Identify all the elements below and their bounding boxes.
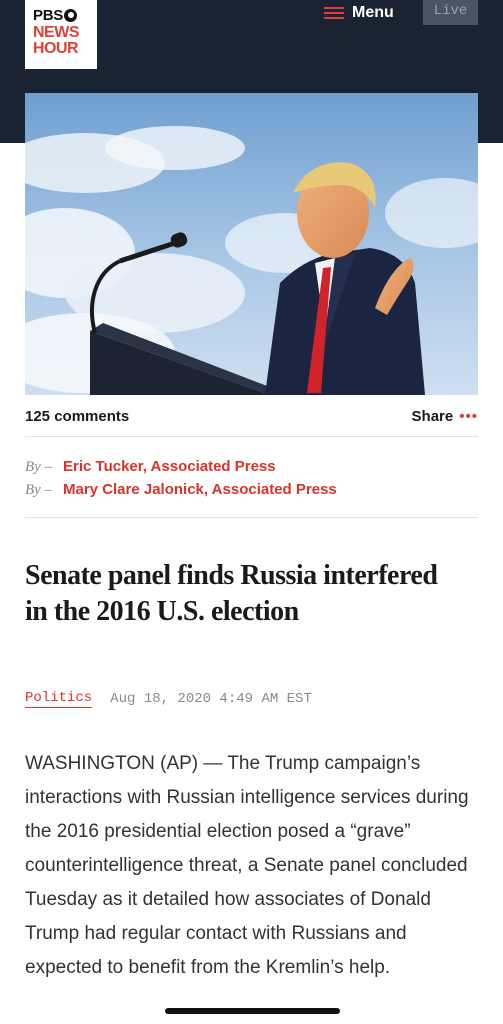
publish-date: Aug 18, 2020 4:49 AM EST: [110, 691, 312, 707]
article-dateline: Politics Aug 18, 2020 4:49 AM EST: [25, 690, 312, 708]
live-button[interactable]: Live: [423, 0, 478, 25]
logo-text-pbs: PBS: [33, 7, 63, 24]
pbs-newshour-logo[interactable]: PBS NEWS HOUR: [25, 0, 97, 69]
logo-text-hour: HOUR: [33, 40, 79, 57]
share-label: Share: [411, 408, 454, 425]
share-button[interactable]: Share •••: [412, 408, 478, 425]
byline: By – Mary Clare Jalonick, Associated Pre…: [25, 481, 478, 504]
category-link[interactable]: Politics: [25, 690, 93, 708]
article-body-paragraph: WASHINGTON (AP) — The Trump campaign’s i…: [25, 753, 469, 978]
author-link[interactable]: Mary Clare Jalonick, Associated Press: [63, 481, 337, 498]
logo-text-news: NEWS: [33, 24, 80, 41]
menu-label: Menu: [352, 4, 394, 21]
home-indicator[interactable]: [165, 1008, 340, 1014]
pbs-head-icon: [63, 9, 77, 22]
byline-prefix: By –: [25, 459, 53, 475]
author-link[interactable]: Eric Tucker, Associated Press: [63, 458, 276, 475]
byline-divider: [25, 517, 478, 518]
article-meta-bar: 125 comments Share •••: [25, 400, 478, 437]
more-dots-icon: •••: [459, 408, 478, 425]
comments-link[interactable]: 125 comments: [25, 408, 129, 425]
byline-list: By – Eric Tucker, Associated Press By – …: [25, 458, 478, 504]
menu-button[interactable]: Menu: [324, 0, 394, 26]
hamburger-icon: [324, 6, 344, 20]
byline-prefix: By –: [25, 482, 53, 498]
byline: By – Eric Tucker, Associated Press: [25, 458, 478, 481]
hero-image: [25, 93, 478, 395]
article-headline: Senate panel finds Russia interfered in …: [25, 560, 438, 627]
